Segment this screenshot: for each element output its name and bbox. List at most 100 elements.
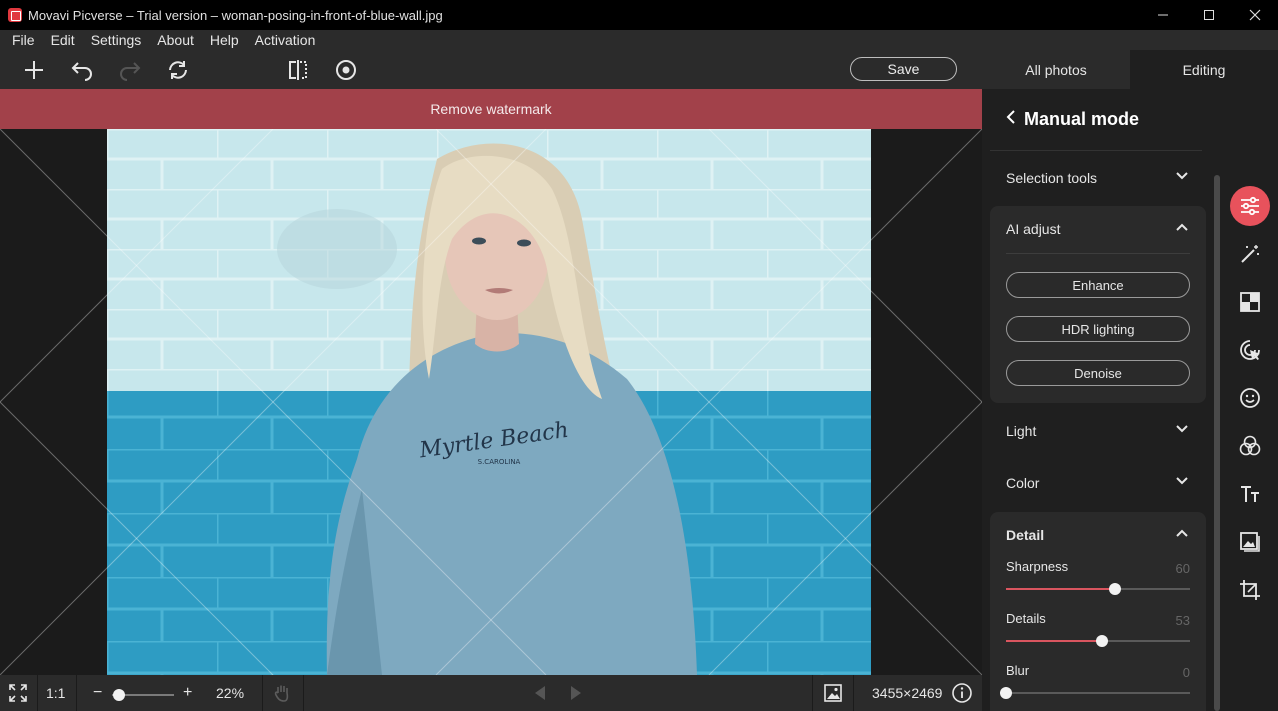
text-tool-button[interactable]	[1230, 474, 1270, 514]
redo-icon	[120, 62, 141, 81]
crop-tool-button[interactable]	[1230, 570, 1270, 610]
adjust-tool-button[interactable]	[1230, 186, 1270, 226]
zoom-slider[interactable]	[112, 689, 174, 701]
background-tool-button[interactable]	[1230, 522, 1270, 562]
chevron-up-icon	[1176, 529, 1188, 537]
enhance-button[interactable]: Enhance	[1006, 272, 1190, 298]
maximize-button[interactable]	[1186, 0, 1232, 30]
details-label: Details	[1006, 611, 1046, 626]
refresh-icon	[169, 61, 187, 79]
info-button[interactable]	[948, 679, 976, 707]
sharpness-slider[interactable]	[1006, 583, 1190, 595]
panel-divider	[990, 150, 1202, 151]
menu-activation[interactable]: Activation	[247, 30, 324, 50]
menu-help[interactable]: Help	[202, 30, 247, 50]
app-logo-icon	[8, 8, 22, 22]
next-photo-button[interactable]	[562, 679, 590, 707]
title-bar: Movavi Picverse – Trial version – woman-…	[0, 0, 1278, 30]
cursor-target-icon	[1240, 340, 1260, 360]
blur-slider[interactable]	[1000, 687, 1190, 699]
tab-editing[interactable]: Editing	[1130, 50, 1278, 89]
blur-value: 0	[1182, 665, 1190, 680]
bottom-separator	[812, 675, 813, 711]
image-dimensions: 3455×2469	[872, 685, 943, 701]
face-icon	[1240, 388, 1260, 408]
maximize-icon	[1204, 10, 1214, 20]
tab-all-photos[interactable]: All photos	[982, 50, 1130, 89]
section-header-selection-tools[interactable]: Selection tools	[990, 155, 1206, 201]
magic-wand-icon	[1241, 245, 1259, 263]
zoom-in-button[interactable]: +	[183, 675, 192, 711]
object-selection-tool-button[interactable]	[1230, 330, 1270, 370]
adjust-sliders-icon	[1241, 196, 1259, 216]
section-label: Detail	[1006, 527, 1045, 543]
chevron-left-icon	[1006, 110, 1015, 124]
slider-knob[interactable]	[1000, 687, 1012, 699]
split-compare-icon	[289, 60, 307, 80]
reset-button[interactable]	[164, 56, 192, 84]
slider-knob[interactable]	[1108, 583, 1121, 595]
zoom-slider-knob[interactable]	[112, 689, 125, 701]
chevron-down-icon	[1176, 477, 1188, 485]
panel-title: Manual mode	[1024, 109, 1140, 129]
retouch-tool-button[interactable]	[1230, 282, 1270, 322]
scrollbar-thumb[interactable]	[1214, 175, 1220, 711]
section-detail: Detail Sharpness 60 Details 53 Blur 0	[990, 512, 1206, 711]
menu-file[interactable]: File	[4, 30, 43, 50]
face-retouch-tool-button[interactable]	[1230, 378, 1270, 418]
save-button[interactable]: Save	[850, 57, 957, 81]
chevron-down-icon	[1176, 425, 1188, 433]
menu-about[interactable]: About	[149, 30, 202, 50]
section-label: AI adjust	[1006, 221, 1061, 237]
pan-hand-button[interactable]	[268, 679, 296, 707]
blur-label: Blur	[1006, 663, 1030, 678]
menu-bar: File Edit Settings About Help Activation	[0, 30, 1278, 50]
hand-icon	[274, 685, 289, 702]
bottom-separator	[37, 675, 38, 711]
compare-button[interactable]	[284, 56, 312, 84]
image-icon	[824, 684, 842, 702]
actual-size-button[interactable]: 1:1	[46, 675, 65, 711]
section-header-ai-adjust[interactable]: AI adjust	[990, 206, 1206, 252]
fullscreen-button[interactable]	[4, 679, 32, 707]
redo-button[interactable]	[116, 56, 144, 84]
arrow-left-icon	[535, 686, 545, 700]
slider-knob[interactable]	[1095, 635, 1108, 647]
details-slider[interactable]	[1006, 635, 1190, 647]
minimize-button[interactable]	[1140, 0, 1186, 30]
section-header-detail[interactable]: Detail	[990, 512, 1206, 558]
bottom-separator	[303, 675, 304, 711]
plus-icon	[25, 61, 43, 79]
panel-header: Manual mode	[982, 89, 1222, 150]
bottom-separator	[853, 675, 854, 711]
section-header-color[interactable]: Color	[990, 460, 1206, 506]
previous-photo-button[interactable]	[526, 679, 554, 707]
add-button[interactable]	[20, 56, 48, 84]
slider-fill	[1006, 640, 1102, 642]
panel-scrollbar[interactable]	[1212, 165, 1222, 711]
watermark-pattern	[0, 129, 982, 675]
sharpness-label: Sharpness	[1006, 559, 1069, 574]
navigator-button[interactable]	[819, 679, 847, 707]
text-icon	[1241, 486, 1259, 502]
image-canvas[interactable]: Myrtle Beach S.CAROLINA	[0, 129, 982, 675]
section-ai-adjust: AI adjust Enhance HDR lighting Denoise	[990, 206, 1206, 403]
menu-edit[interactable]: Edit	[43, 30, 83, 50]
chevron-up-icon	[1176, 223, 1188, 231]
magic-tool-button[interactable]	[1230, 234, 1270, 274]
section-header-light[interactable]: Light	[990, 408, 1206, 454]
remove-watermark-banner[interactable]: Remove watermark	[0, 89, 982, 129]
undo-icon	[71, 62, 92, 81]
denoise-button[interactable]: Denoise	[1006, 360, 1190, 386]
section-divider	[1006, 253, 1190, 254]
zoom-out-button[interactable]: −	[93, 675, 102, 711]
close-button[interactable]	[1232, 0, 1278, 30]
filters-tool-button[interactable]	[1230, 426, 1270, 466]
bottom-separator	[262, 675, 263, 711]
undo-button[interactable]	[68, 56, 96, 84]
menu-settings[interactable]: Settings	[83, 30, 150, 50]
section-color: Color	[990, 460, 1206, 506]
preview-button[interactable]	[332, 56, 360, 84]
hdr-lighting-button[interactable]: HDR lighting	[1006, 316, 1190, 342]
back-button[interactable]	[1006, 110, 1016, 129]
